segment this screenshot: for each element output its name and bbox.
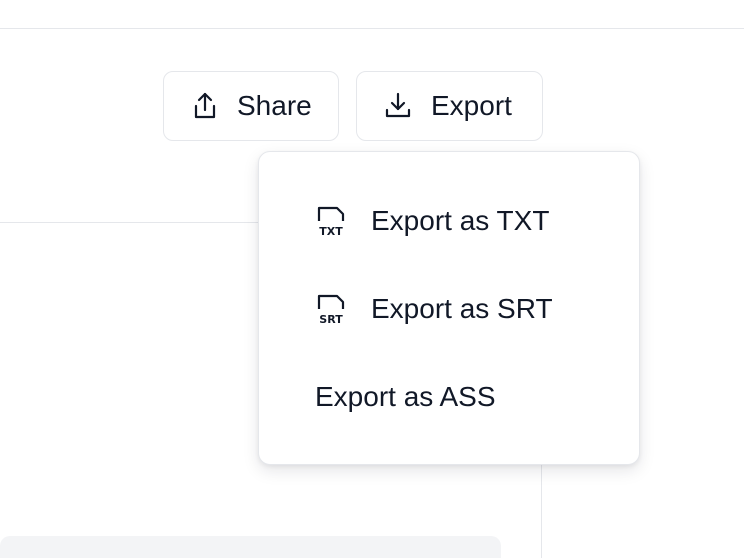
export-button[interactable]: Export [356,71,543,141]
export-button-label: Export [431,90,512,121]
header-divider [0,28,744,29]
export-srt-menu-item[interactable]: SRT Export as SRT [315,281,553,337]
export-dropdown-menu: TXT Export as TXT SRT Export as SRT Expo… [258,151,640,465]
share-upload-icon [190,91,220,121]
share-button[interactable]: Share [163,71,339,141]
txt-file-icon: TXT [315,204,347,238]
page: Share Export TXT Export as TXT SRT Expor… [0,0,744,558]
export-txt-label: Export as TXT [371,205,550,236]
column-divider [541,464,542,558]
srt-file-icon: SRT [315,292,347,326]
share-button-label: Share [237,90,312,121]
download-icon [383,91,413,121]
txt-file-icon-text: TXT [319,225,343,238]
export-ass-label: Export as ASS [315,381,496,412]
export-txt-menu-item[interactable]: TXT Export as TXT [315,193,549,249]
content-divider [0,222,260,223]
content-panel [0,536,501,558]
srt-file-icon-text: SRT [319,313,343,326]
export-ass-menu-item[interactable]: Export as ASS [315,369,496,425]
export-srt-label: Export as SRT [371,293,553,324]
